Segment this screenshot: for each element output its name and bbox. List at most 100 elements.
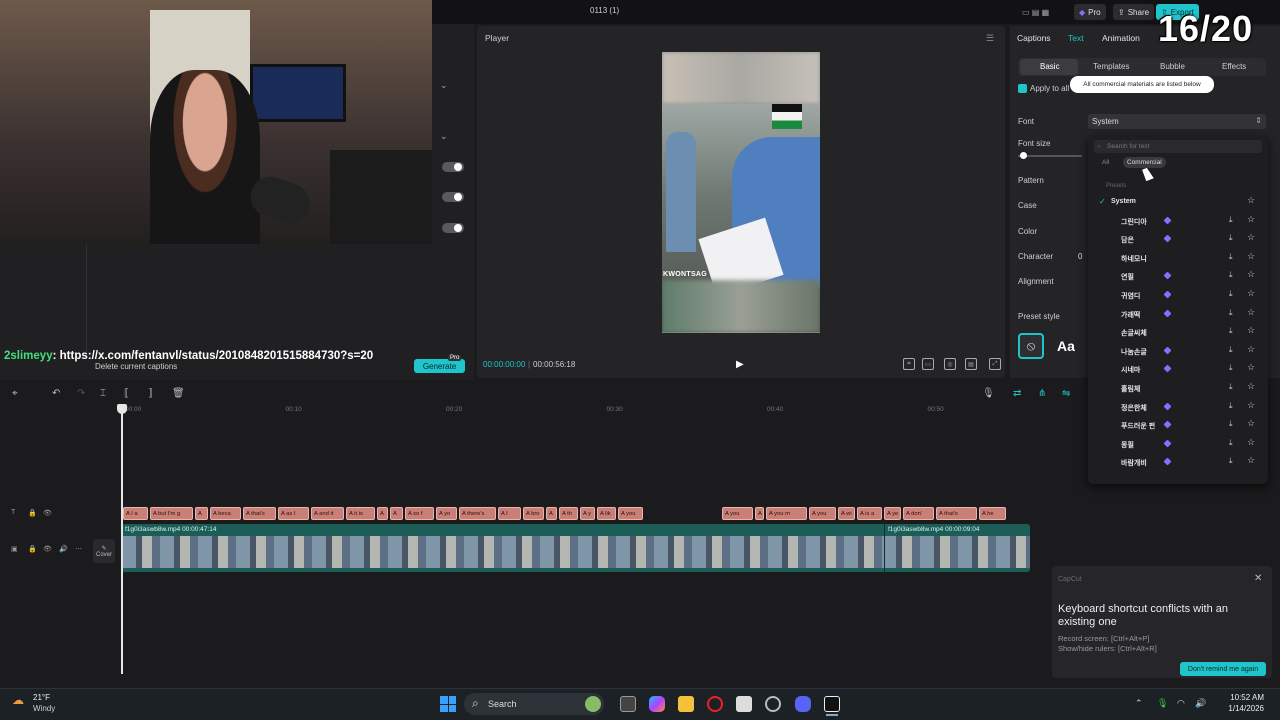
preset-aa-button[interactable]: Aa [1057,338,1075,354]
weather-desc[interactable]: Windy [33,704,55,713]
caption-clip[interactable]: A and it [311,507,344,520]
font-option[interactable]: 몽필 ⤓ ☆ [1090,436,1266,454]
video-preview[interactable] [662,52,820,333]
star-icon[interactable]: ☆ [1247,269,1255,280]
delete-captions-option[interactable]: Delete current captions [95,362,177,371]
chevron-down-icon[interactable]: ⌄ [440,80,464,94]
presets-label[interactable]: Presets [1106,183,1126,189]
download-icon[interactable]: ⤓ [1229,289,1233,299]
caption-clip[interactable]: A y [580,507,595,520]
star-icon[interactable]: ☆ [1247,195,1255,206]
caption-clip[interactable]: A th [559,507,578,520]
caption-clip[interactable]: A ye [884,507,901,520]
font-option[interactable]: 가래떡 ⤓ ☆ [1090,306,1266,324]
caption-clip[interactable]: A you [722,507,753,520]
subtab-templates[interactable]: Templates [1093,62,1129,71]
download-icon[interactable]: ⤓ [1229,233,1233,243]
crop-icon[interactable]: ⌗ [903,358,915,370]
windows-start-icon[interactable] [440,696,456,712]
trim-left-icon[interactable]: ⟦ [124,388,129,399]
task-view-icon[interactable] [620,696,636,712]
tab-animation[interactable]: Animation [1102,33,1140,43]
wifi-icon[interactable]: ◠ [1177,698,1185,709]
generate-button[interactable]: Generate [414,359,465,373]
download-icon[interactable]: ⤓ [1229,438,1233,448]
download-icon[interactable]: ⤓ [1229,401,1233,411]
font-option[interactable]: 바람개비 ⤓ ☆ [1090,454,1266,472]
menu-icon[interactable]: ☰ [986,33,994,44]
widget-icon[interactable] [585,696,601,712]
caption-clip[interactable]: A but I'm g [150,507,193,520]
star-icon[interactable]: ☆ [1247,381,1255,392]
star-icon[interactable]: ☆ [1247,362,1255,373]
microphone-icon[interactable]: 🎙 [1157,698,1168,709]
tab-captions[interactable]: Captions [1017,33,1051,43]
font-option[interactable]: ✓ System ☆ [1090,194,1266,212]
file-explorer-icon[interactable] [678,696,694,712]
caption-clip[interactable]: A beca [210,507,241,520]
cover-button[interactable]: ✎ Cover [93,539,115,563]
download-icon[interactable]: ⤓ [1229,456,1233,466]
font-option[interactable]: 그린디아 ⤓ ☆ [1090,213,1266,231]
fullscreen-icon[interactable]: ⤢ [989,358,1001,370]
snap-icon[interactable]: ⇋ [1062,388,1070,399]
eye-icon[interactable]: 👁 [43,545,52,553]
caption-clip[interactable]: A [377,507,388,520]
apply-to-all-checkbox[interactable]: Apply to all [1018,84,1069,93]
chevron-up-icon[interactable]: ⌃ [1135,698,1143,709]
window-controls[interactable]: ▭ ▤ ▦ [1017,4,1054,20]
caption-clip[interactable]: A yo [436,507,457,520]
trim-right-icon[interactable]: ⟧ [148,388,153,399]
font-option[interactable]: 하네모니 ⤓ ☆ [1090,250,1266,268]
ratio-icon[interactable]: ▭ [922,358,934,370]
star-icon[interactable]: ☆ [1247,288,1255,299]
star-icon[interactable]: ☆ [1247,214,1255,225]
font-option[interactable]: 정은한체 ⤓ ☆ [1090,399,1266,417]
font-search-input[interactable]: Search for text [1094,140,1262,153]
caption-clip[interactable]: A lik [597,507,616,520]
caption-clip[interactable]: A you [809,507,836,520]
download-icon[interactable]: ⤓ [1229,252,1233,262]
link-icon[interactable]: ⇄ [1013,388,1021,399]
store-icon[interactable] [736,696,752,712]
star-icon[interactable]: ☆ [1247,325,1255,336]
download-icon[interactable]: ⤓ [1229,308,1233,318]
caption-clip[interactable]: A that's [936,507,977,520]
more-icon[interactable]: ⋯ [75,545,82,553]
star-icon[interactable]: ☆ [1247,400,1255,411]
font-option[interactable]: 푸드러운 펀 ⤓ ☆ [1090,417,1266,435]
clock-date[interactable]: 1/14/2026 [1212,704,1264,713]
caption-clip[interactable]: A is a [857,507,882,520]
font-option[interactable]: 흘림체 ⤓ ☆ [1090,380,1266,398]
dont-remind-button[interactable]: Don't remind me again [1180,662,1266,676]
font-option[interactable]: 나눔손글 ⤓ ☆ [1090,343,1266,361]
caption-clip[interactable]: A it is [346,507,375,520]
caption-clip[interactable]: A bro [523,507,544,520]
tab-text[interactable]: Text [1068,33,1084,43]
caption-clip[interactable]: A you [618,507,643,520]
capcut-icon[interactable] [824,696,840,712]
zoom-icon[interactable]: ◎ [944,358,956,370]
download-icon[interactable]: ⤓ [1229,363,1233,373]
speaker-icon[interactable]: 🔊 [1195,698,1206,709]
copilot-icon[interactable] [649,696,665,712]
font-option[interactable]: 귀염디 ⤓ ☆ [1090,287,1266,305]
caption-clip[interactable]: A [546,507,557,520]
filter-all[interactable]: All [1102,159,1109,166]
character-value[interactable]: 0 [1078,252,1082,261]
star-icon[interactable]: ☆ [1247,251,1255,262]
play-icon[interactable]: ▶ [736,359,744,370]
share-button[interactable]: ⇪ Share [1113,4,1155,20]
caption-clip[interactable]: A as I [278,507,309,520]
caption-clip[interactable]: A I a [123,507,148,520]
caption-clip[interactable]: A that's [243,507,276,520]
font-size-slider[interactable] [1018,152,1082,159]
caption-clip[interactable]: A I [755,507,764,520]
delete-icon[interactable]: 🗑 [172,388,185,399]
download-icon[interactable]: ⤓ [1229,326,1233,336]
lock-icon[interactable]: 🔒 [28,509,37,517]
toggle-switch[interactable] [442,192,464,202]
font-option[interactable]: 시네마 ⤓ ☆ [1090,361,1266,379]
playhead[interactable] [117,404,127,674]
caption-clip[interactable]: A there's [459,507,496,520]
